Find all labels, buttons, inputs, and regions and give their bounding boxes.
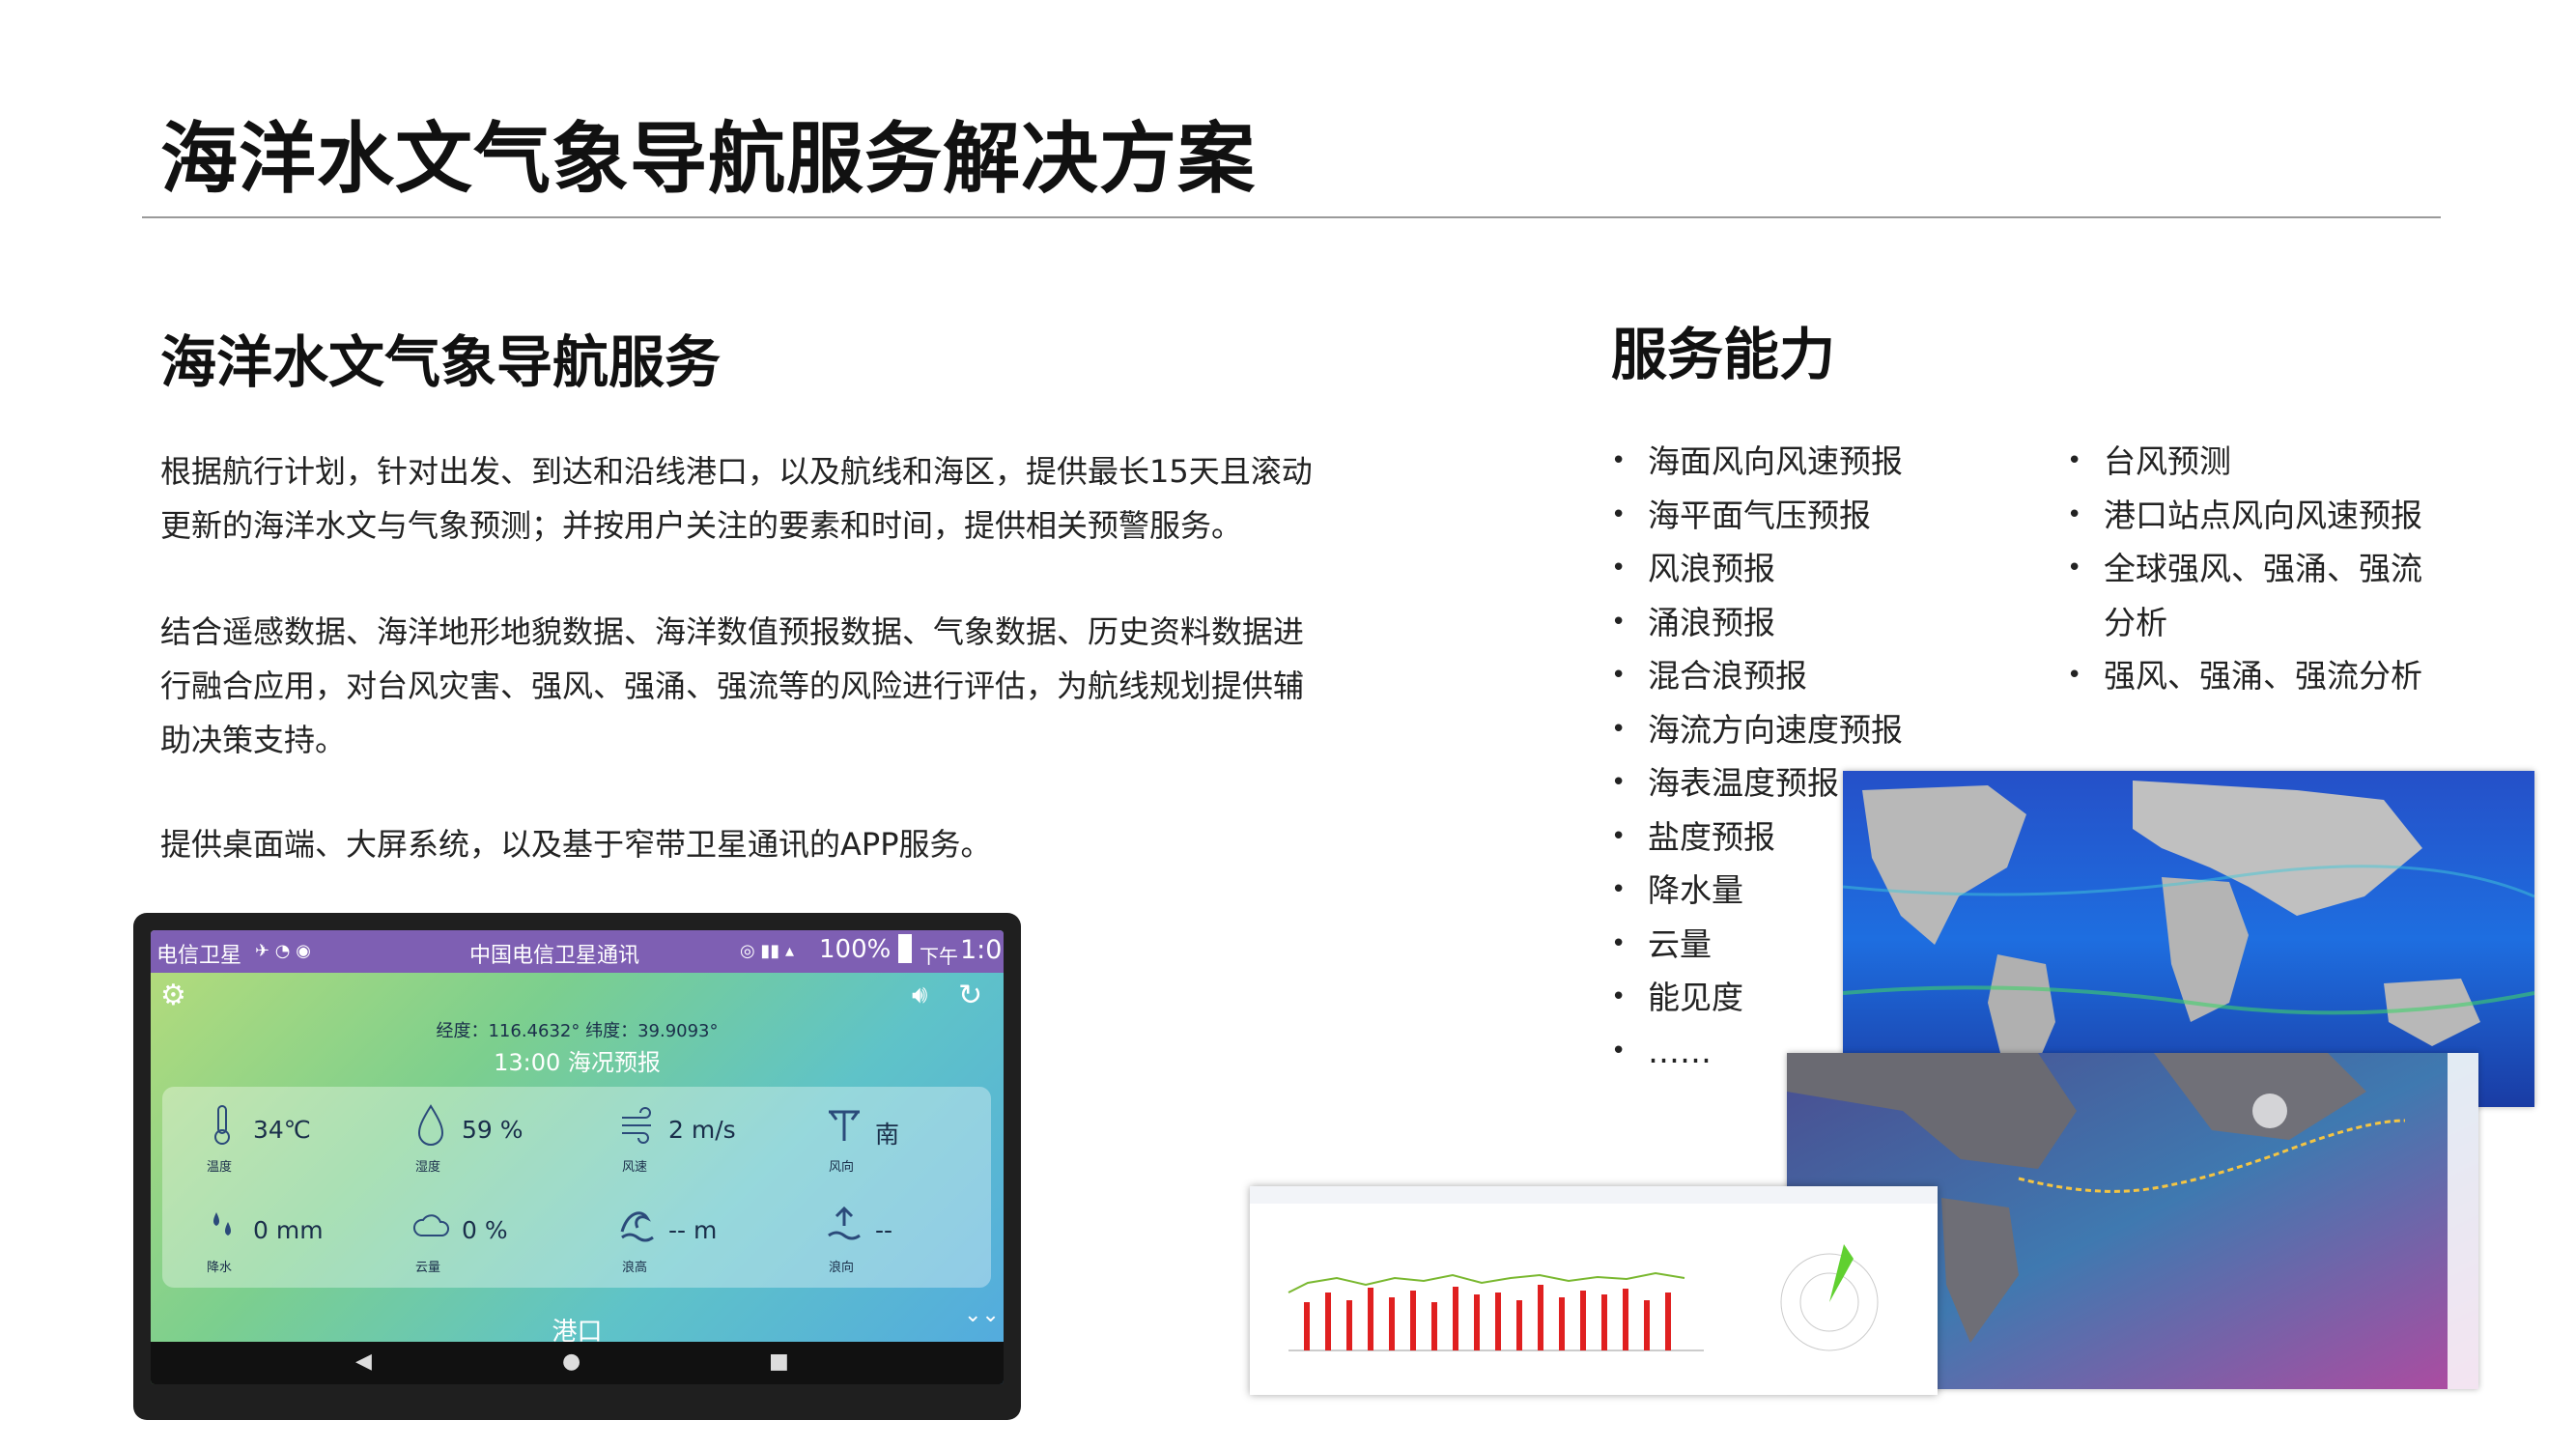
capability-item: 海面风向风速预报 bbox=[1611, 435, 2036, 489]
settings-icon[interactable]: ⚙ bbox=[160, 980, 191, 1011]
capability-item: 混合浪预报 bbox=[1611, 649, 2036, 703]
status-icons: ✈ ◔ ◉ bbox=[255, 941, 311, 961]
battery-text: 100% bbox=[819, 935, 892, 964]
battery-icon bbox=[898, 934, 912, 963]
paragraph-1: 根据航行计划，针对出发、到达和沿线港口，以及航线和海区，提供最长15天且滚动更新… bbox=[160, 453, 1313, 544]
statistics-chart-illustration bbox=[1250, 1186, 1938, 1395]
capability-item: 涌浪预报 bbox=[1611, 596, 2036, 650]
metric-temperature: 34℃ 温度 bbox=[203, 1102, 396, 1179]
tablet-device: 电信卫星 ✈ ◔ ◉ 中国电信卫星通讯 ◎ ▮▮ ▴ 100% 下午 1:05 … bbox=[133, 913, 1021, 1420]
metric-rain: 0 mm 降水 bbox=[203, 1203, 396, 1280]
capability-item: 全球强风、强涌、强流分析 bbox=[2067, 542, 2434, 649]
rain-icon bbox=[213, 1212, 231, 1236]
wind-direction-icon bbox=[829, 1110, 860, 1141]
capability-item: 强风、强涌、强流分析 bbox=[2067, 649, 2434, 703]
humidity-icon bbox=[417, 1104, 444, 1146]
statistics-chart-screenshot bbox=[1250, 1186, 1938, 1395]
capability-item: 海流方向速度预报 bbox=[1611, 703, 2036, 757]
metric-cloud: 0 % 云量 bbox=[411, 1203, 605, 1280]
volume-icon[interactable]: 🔊︎ bbox=[912, 980, 943, 1011]
metric-humidity: 59 % 湿度 bbox=[411, 1102, 605, 1179]
capability-item: 海平面气压预报 bbox=[1611, 489, 2036, 543]
android-navigation-bar: ◀ ● ■ bbox=[151, 1342, 1004, 1384]
capability-item: 港口站点风向风速预报 bbox=[2067, 489, 2434, 543]
paragraph-2: 结合遥感数据、海洋地形地貌数据、海洋数值预报数据、气象数据、历史资料数据进行融合… bbox=[160, 613, 1305, 758]
thermometer-icon bbox=[214, 1105, 230, 1145]
title-divider bbox=[142, 216, 2441, 218]
forecast-title: 13:00 海况预报 bbox=[494, 1049, 661, 1076]
paragraph-3: 提供桌面端、大屏系统，以及基于窄带卫星通讯的APP服务。 bbox=[160, 826, 992, 863]
refresh-icon[interactable]: ↻ bbox=[958, 979, 989, 1012]
app-screen: 电信卫星 ✈ ◔ ◉ 中国电信卫星通讯 ◎ ▮▮ ▴ 100% 下午 1:05 … bbox=[151, 930, 1004, 1384]
chevron-down-icon[interactable]: ⌄⌄ bbox=[964, 1303, 1000, 1327]
back-icon[interactable]: ◀ bbox=[355, 1350, 372, 1374]
metric-wind-speed: 2 m/s 风速 bbox=[618, 1102, 811, 1179]
metric-wind-direction: 南 风向 bbox=[825, 1102, 1004, 1179]
time-prefix: 下午 bbox=[920, 945, 958, 968]
coordinates: 经度：116.4632° 纬度：39.9093° bbox=[436, 1021, 719, 1041]
wave-direction-icon bbox=[828, 1206, 861, 1240]
home-icon[interactable]: ● bbox=[562, 1350, 580, 1374]
cloud-icon bbox=[412, 1214, 450, 1236]
carrier-label: 电信卫星 bbox=[156, 944, 242, 968]
section-title: 海洋水文气象导航服务 bbox=[160, 329, 722, 395]
metric-wave-direction: -- 浪向 bbox=[825, 1203, 1004, 1280]
app-name: 中国电信卫星通讯 bbox=[469, 944, 640, 968]
capability-item: 台风预测 bbox=[2067, 435, 2434, 489]
location-icon: ◎ ▮▮ ▴ bbox=[740, 941, 794, 961]
weather-card: 34℃ 温度 59 % 湿度 2 m/s 风速 南 风向 0 mm 降水 0 %… bbox=[162, 1087, 991, 1288]
wave-height-icon bbox=[620, 1211, 654, 1242]
time: 1:05 bbox=[960, 935, 1004, 965]
status-bar: 电信卫星 ✈ ◔ ◉ 中国电信卫星通讯 ◎ ▮▮ ▴ 100% 下午 1:05 bbox=[151, 930, 1004, 973]
capability-item: 风浪预报 bbox=[1611, 542, 2036, 596]
capabilities-list-right: 台风预测 港口站点风向风速预报 全球强风、强涌、强流分析 强风、强涌、强流分析 bbox=[2067, 435, 2434, 703]
recents-icon[interactable]: ■ bbox=[769, 1350, 789, 1374]
capabilities-title: 服务能力 bbox=[1611, 322, 1836, 387]
wind-speed-icon bbox=[622, 1107, 651, 1144]
page-title: 海洋水文气象导航服务解决方案 bbox=[160, 114, 1256, 204]
metric-wave-height: -- m 浪高 bbox=[618, 1203, 811, 1280]
